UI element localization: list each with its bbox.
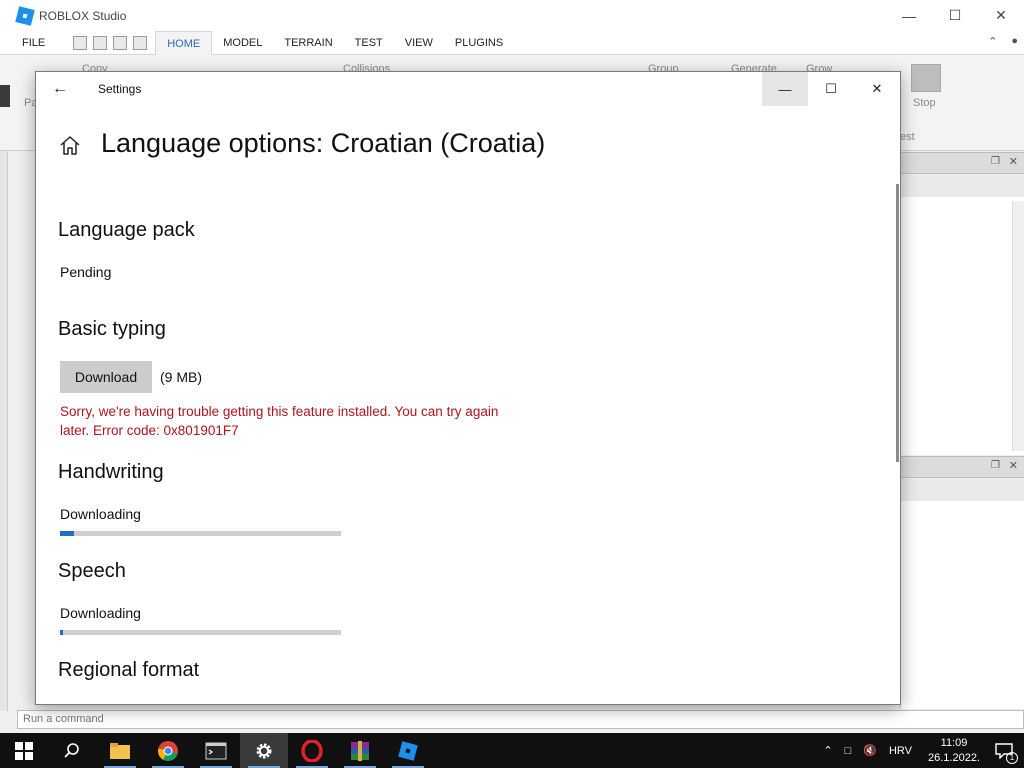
speech-title: Speech — [58, 560, 126, 582]
redo-icon[interactable] — [113, 35, 128, 50]
settings-window: ← Settings — ☐ ✕ Language options: Croat… — [35, 71, 901, 705]
restore-panel-icon[interactable]: ❐ — [991, 156, 1000, 167]
ribbon-stop[interactable]: Stop — [913, 97, 936, 109]
roblox-logo-icon — [15, 5, 35, 26]
settings-titlebar: ← Settings — ☐ ✕ — [36, 72, 900, 106]
speech-progress-fill — [60, 630, 63, 635]
collapse-ribbon-icon[interactable]: ⌃ — [988, 35, 997, 48]
language-pack-status: Pending — [60, 264, 112, 280]
tab-view[interactable]: VIEW — [394, 31, 444, 55]
minimize-icon[interactable]: — — [762, 72, 808, 106]
settings-scrollbar[interactable] — [896, 184, 899, 462]
tab-home[interactable]: HOME — [155, 30, 213, 55]
menu-file[interactable]: FILE — [22, 37, 45, 49]
handwriting-progress-fill — [60, 531, 75, 536]
tab-plugins[interactable]: PLUGINS — [444, 31, 514, 55]
back-arrow-icon[interactable]: ← — [36, 72, 84, 106]
search-button[interactable] — [48, 733, 96, 768]
basic-typing-title: Basic typing — [58, 318, 166, 340]
studio-titlebar: ROBLOX Studio — ☐ ✕ — [0, 0, 1024, 31]
start-button[interactable] — [0, 733, 48, 768]
chevron-up-icon[interactable]: ⌃ — [817, 744, 838, 757]
studio-title: ROBLOX Studio — [39, 8, 127, 23]
maximize-icon[interactable]: ☐ — [808, 72, 854, 106]
taskbar: ⌃ □ 🔇 HRV 11:09 26.1.2022. 1 — [0, 733, 1024, 768]
studio-left-edge — [0, 151, 8, 711]
taskbar-chrome[interactable] — [144, 733, 192, 768]
studio-left-dark-strip — [0, 85, 10, 107]
taskbar-terminal[interactable] — [192, 733, 240, 768]
roblox-studio-icon — [398, 740, 418, 761]
undo-icon[interactable] — [93, 35, 108, 50]
right-panel-header-1: ❐ ✕ — [900, 152, 1024, 174]
new-file-icon[interactable] — [73, 35, 88, 50]
close-panel-icon[interactable]: ✕ — [1009, 155, 1018, 168]
stop-icon[interactable] — [911, 64, 941, 92]
speech-progress-bar — [60, 630, 341, 635]
network-icon[interactable]: □ — [839, 745, 858, 757]
right-panel-body-1 — [900, 197, 1024, 455]
page-title: Language options: Croatian (Croatia) — [101, 128, 546, 158]
taskbar-file-explorer[interactable] — [96, 733, 144, 768]
download-size: (9 MB) — [160, 369, 202, 385]
clock-date: 26.1.2022. — [928, 751, 980, 764]
menubar-right: ⌃ ● — [988, 35, 1018, 48]
taskbar-settings[interactable] — [240, 733, 288, 768]
archive-icon — [351, 740, 369, 761]
error-message: Sorry, we're having trouble getting this… — [60, 404, 499, 438]
maximize-icon[interactable]: ☐ — [932, 0, 978, 31]
notification-badge: 1 — [1006, 751, 1018, 764]
settings-window-controls: — ☐ ✕ — [762, 72, 900, 106]
tab-model[interactable]: MODEL — [212, 31, 273, 55]
close-panel-icon[interactable]: ✕ — [1009, 459, 1018, 472]
terminal-icon — [205, 742, 227, 759]
studio-window-controls: — ☐ ✕ — [886, 0, 1024, 31]
home-icon[interactable] — [58, 134, 82, 158]
opera-icon — [301, 739, 323, 762]
regional-format-title: Regional format — [58, 659, 200, 681]
speech-status: Downloading — [60, 605, 141, 621]
minimize-icon[interactable]: — — [886, 0, 932, 31]
user-icon[interactable]: ● — [1011, 35, 1018, 48]
close-icon[interactable]: ✕ — [978, 0, 1024, 31]
action-center-button[interactable]: 1 — [990, 737, 1018, 765]
volume-muted-icon[interactable]: 🔇 — [857, 744, 883, 757]
ribbon-test-label: est — [900, 131, 915, 143]
folder-icon — [110, 742, 130, 759]
quick-access-toolbar — [73, 35, 148, 50]
taskbar-opera[interactable] — [288, 733, 336, 768]
language-pack-title: Language pack — [58, 219, 195, 241]
studio-menubar: FILE HOME MODEL TERRAIN TEST VIEW PLUGIN… — [0, 30, 1024, 55]
settings-window-title: Settings — [98, 82, 142, 96]
taskbar-winrar[interactable] — [336, 733, 384, 768]
handwriting-title: Handwriting — [58, 461, 164, 483]
handwriting-status: Downloading — [60, 506, 141, 522]
tab-test[interactable]: TEST — [344, 31, 394, 55]
taskbar-roblox-studio[interactable] — [384, 733, 432, 768]
clock[interactable]: 11:09 26.1.2022. — [918, 736, 990, 766]
system-tray: ⌃ □ 🔇 HRV 11:09 26.1.2022. 1 — [817, 733, 1024, 768]
chrome-icon — [158, 740, 178, 761]
restore-panel-icon[interactable]: ❐ — [991, 460, 1000, 471]
right-panel-header-2: ❐ ✕ — [900, 456, 1024, 478]
right-panel-toolbar-2 — [900, 479, 1024, 501]
download-button[interactable]: Download — [60, 361, 152, 393]
clock-time: 11:09 — [940, 736, 968, 749]
right-panel-body-2 — [900, 501, 1024, 709]
command-bar[interactable]: Run a command — [17, 710, 1024, 729]
tab-terrain[interactable]: TERRAIN — [273, 31, 343, 55]
close-icon[interactable]: ✕ — [854, 72, 900, 106]
gear-icon — [256, 743, 272, 758]
search-icon — [64, 742, 79, 758]
input-language[interactable]: HRV — [883, 745, 918, 757]
windows-logo-icon — [15, 741, 33, 760]
right-panel-scrollbar[interactable] — [1012, 201, 1024, 451]
right-panel-toolbar — [900, 175, 1024, 197]
handwriting-progress-bar — [60, 531, 341, 536]
dropdown-icon[interactable] — [133, 35, 148, 50]
